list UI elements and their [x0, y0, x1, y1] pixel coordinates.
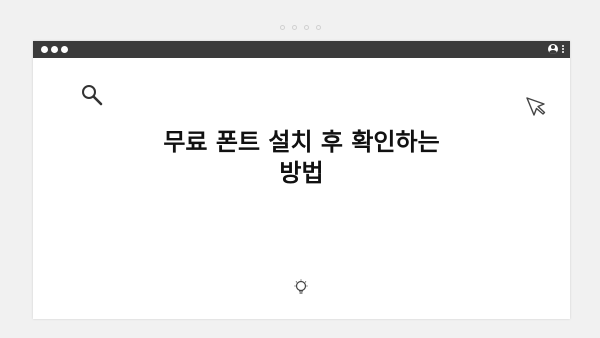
cursor-icon: [526, 97, 546, 116]
user-icon[interactable]: [548, 44, 558, 54]
carousel-dot[interactable]: [303, 25, 309, 30]
page-title: 무료 폰트 설치 후 확인하는 방법: [163, 128, 440, 187]
window-controls: [41, 46, 68, 53]
titlebar-actions: [548, 44, 564, 54]
kebab-menu-icon[interactable]: [562, 45, 564, 53]
carousel-dot[interactable]: [291, 25, 297, 30]
lightbulb-icon: [294, 279, 308, 294]
window-titlebar: [33, 41, 570, 58]
carousel-dot[interactable]: [315, 25, 321, 30]
carousel-indicator: [0, 25, 600, 30]
window-control-dot[interactable]: [41, 46, 48, 53]
carousel-dot[interactable]: [279, 25, 285, 30]
search-icon: [82, 85, 103, 106]
window-control-dot[interactable]: [61, 46, 68, 53]
browser-window: 무료 폰트 설치 후 확인하는 방법: [33, 41, 570, 319]
window-control-dot[interactable]: [51, 46, 58, 53]
window-content: 무료 폰트 설치 후 확인하는 방법: [33, 58, 570, 319]
